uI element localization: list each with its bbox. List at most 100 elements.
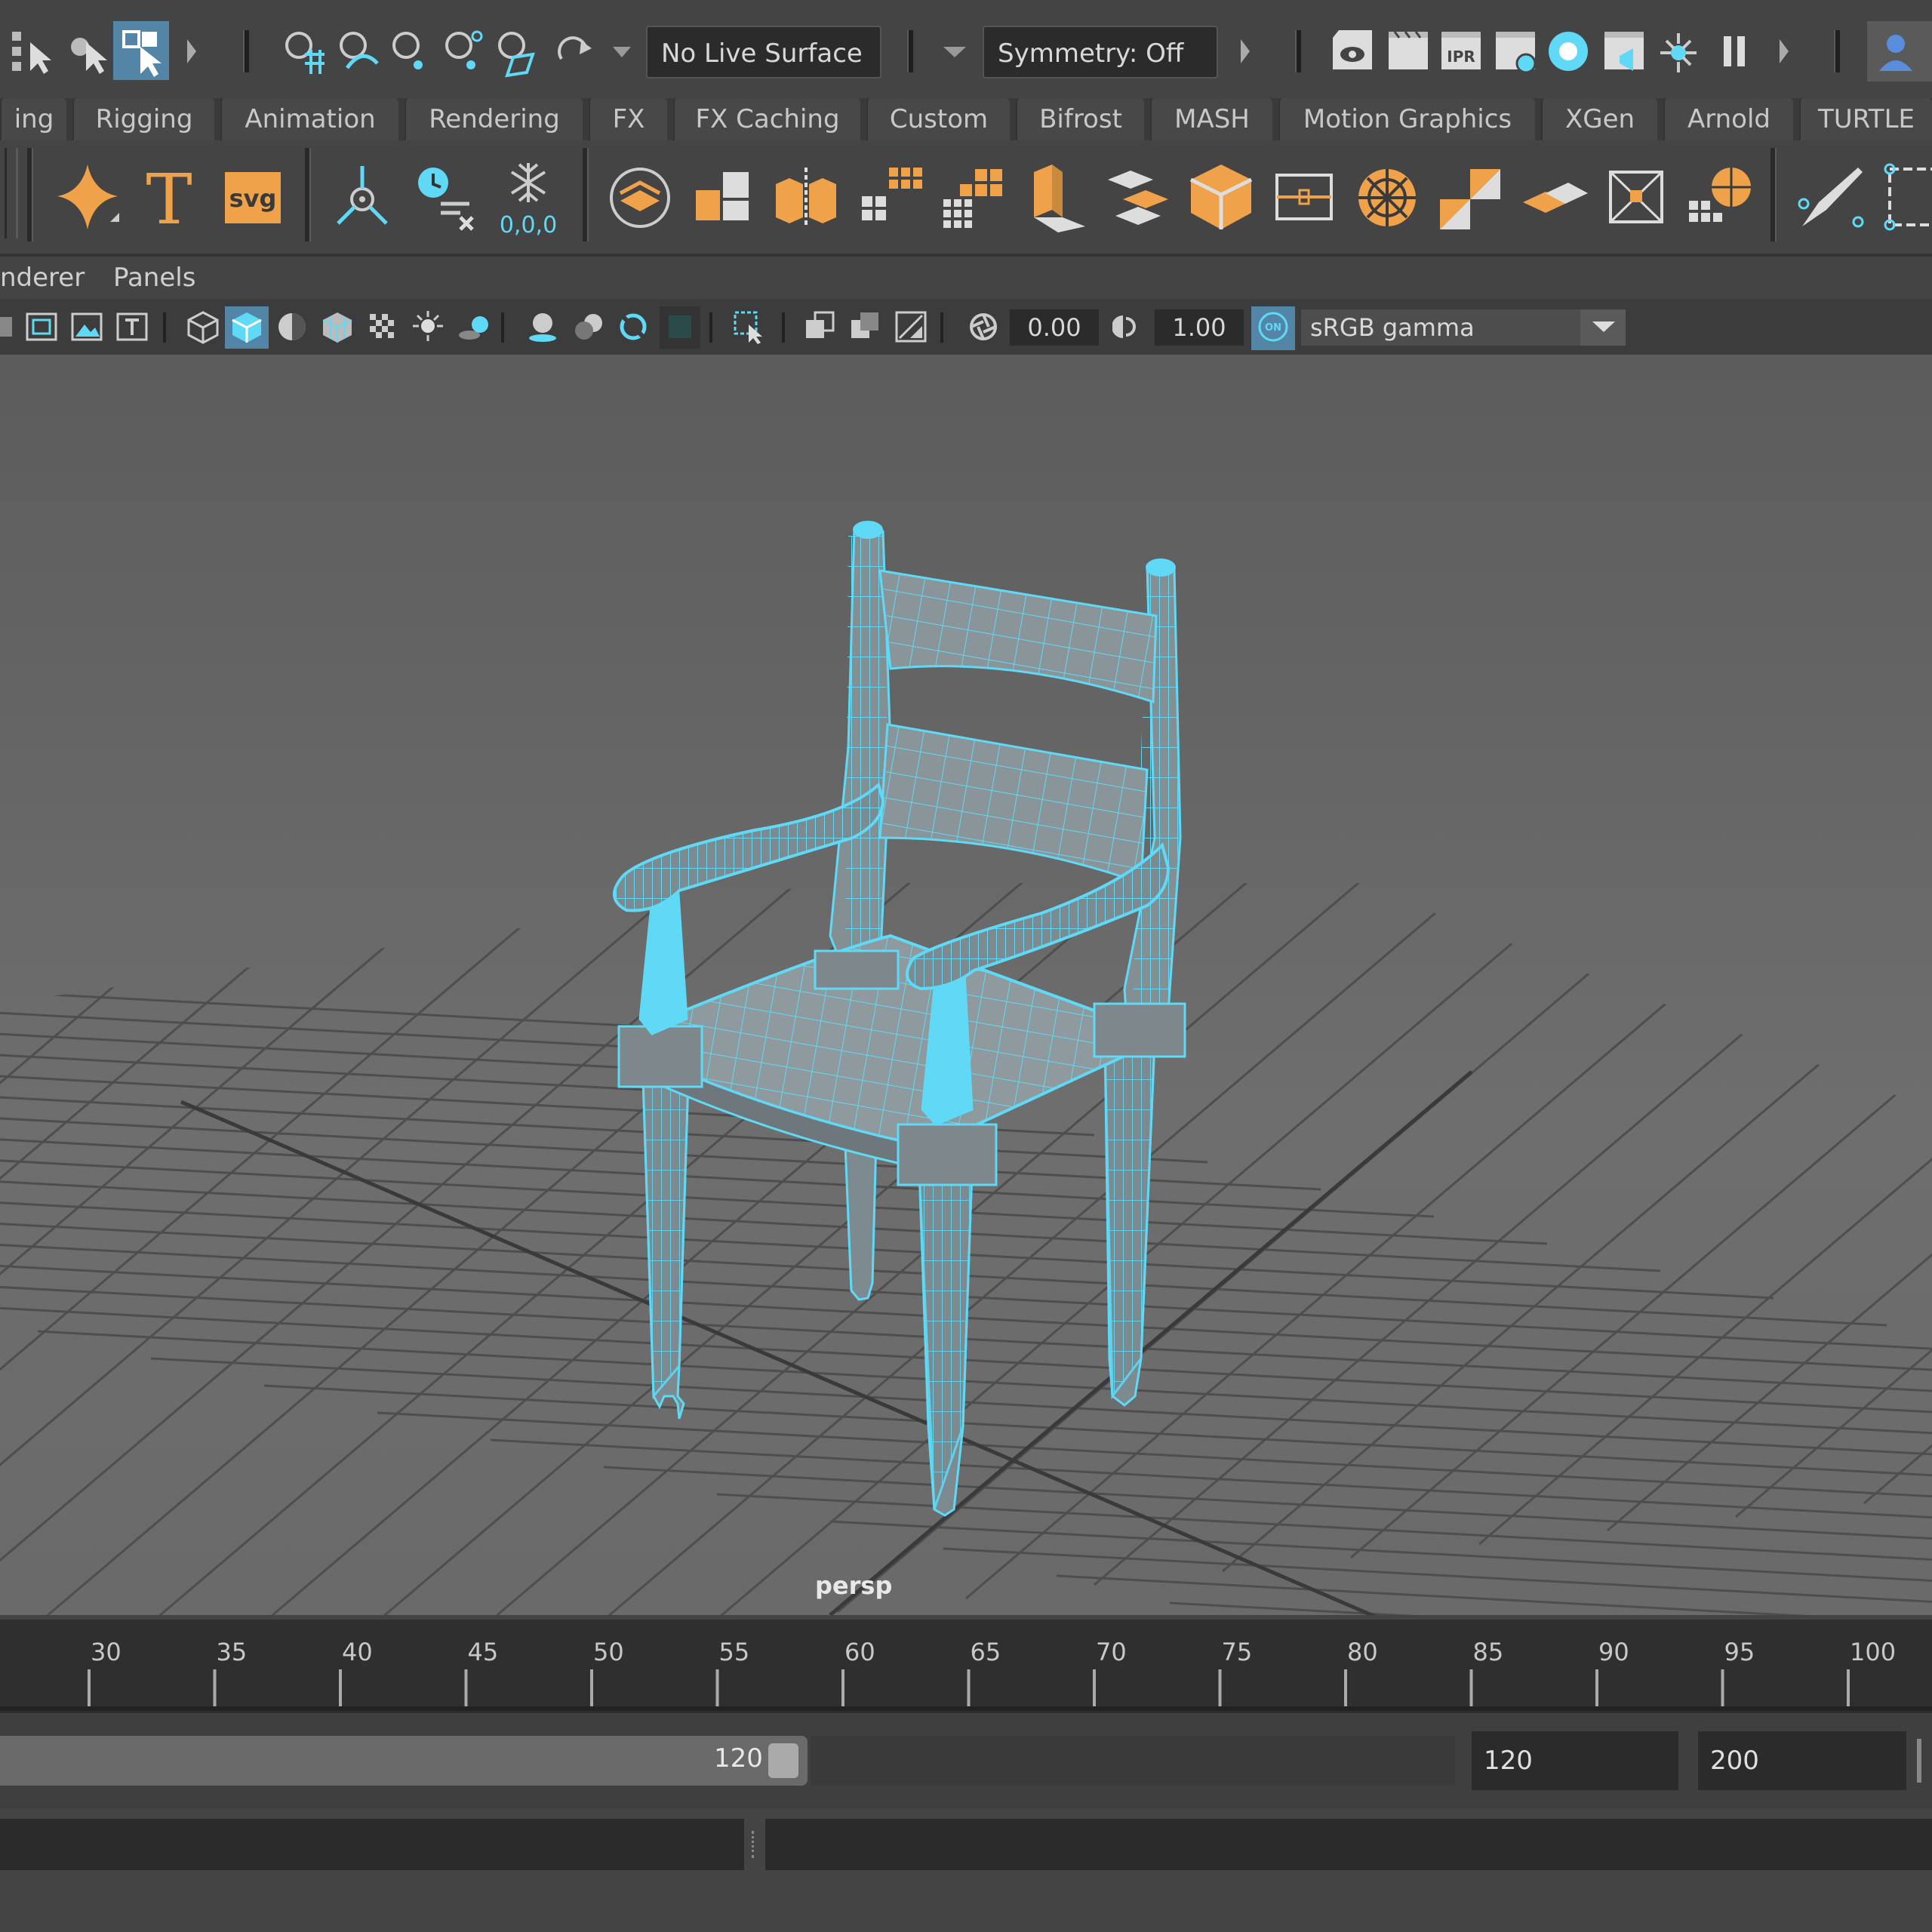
render-settings-icon[interactable] — [1491, 24, 1540, 78]
tab-bifrost[interactable]: Bifrost — [1016, 98, 1144, 140]
live-surface-field[interactable]: No Live Surface — [646, 26, 881, 78]
polygon-layers-icon[interactable] — [602, 157, 678, 237]
quad-draw-icon[interactable] — [1598, 157, 1674, 237]
tab-modeling[interactable]: ing — [0, 98, 66, 140]
delete-history-icon[interactable] — [408, 157, 483, 237]
extrude-icon[interactable] — [1017, 157, 1093, 237]
playback-end-field[interactable]: 120 — [1472, 1731, 1678, 1790]
range-track[interactable] — [811, 1736, 1455, 1786]
camera-attributes-icon[interactable] — [0, 309, 15, 344]
type-tool-icon[interactable]: T — [131, 157, 207, 237]
splitter-handle[interactable] — [752, 1831, 757, 1858]
menu-renderer[interactable]: nderer — [0, 263, 85, 293]
xray-icon[interactable] — [803, 309, 838, 344]
snap-to-grid-icon[interactable] — [279, 24, 328, 78]
bevel-icon[interactable] — [1183, 157, 1259, 237]
snap-to-point-icon[interactable] — [385, 24, 433, 78]
tab-xgen[interactable]: XGen — [1541, 98, 1657, 140]
collapse-arrow-icon[interactable] — [1235, 24, 1257, 78]
tab-custom[interactable]: Custom — [866, 98, 1010, 140]
anti-aliasing-icon[interactable] — [616, 309, 651, 344]
exposure-field[interactable]: 0.00 — [1010, 309, 1099, 346]
wireframe-icon[interactable] — [186, 309, 220, 344]
panel-menu-bar: nderer Panels — [0, 257, 1932, 299]
extract-icon[interactable] — [851, 157, 927, 237]
time-tick-label: 50 — [593, 1638, 624, 1666]
tab-motion-graphics[interactable]: Motion Graphics — [1278, 98, 1535, 140]
safe-action-icon[interactable] — [24, 309, 59, 344]
tab-turtle[interactable]: TURTLE — [1799, 98, 1932, 140]
multi-cut-icon[interactable] — [1349, 157, 1425, 237]
tab-animation[interactable]: Animation — [220, 98, 398, 140]
combine-icon[interactable] — [685, 157, 761, 237]
help-line — [0, 1884, 1932, 1932]
xray-joints-icon[interactable] — [848, 309, 883, 344]
collapse-arrow-icon[interactable] — [1774, 24, 1796, 78]
light-editor-icon[interactable] — [1656, 24, 1704, 78]
exposure-icon[interactable] — [966, 309, 1001, 344]
gamma-icon[interactable] — [1112, 309, 1147, 344]
render-view-icon[interactable] — [1328, 24, 1377, 78]
viewport-persp[interactable]: persp — [0, 355, 1932, 1615]
chair-model[interactable] — [0, 355, 1932, 1615]
tab-rigging[interactable]: Rigging — [72, 98, 214, 140]
sculpt-grid-icon[interactable] — [1681, 157, 1757, 237]
image-plane-icon[interactable] — [69, 309, 104, 344]
symmetry-dropdown-icon[interactable] — [936, 24, 974, 78]
wireframe-on-shaded-icon[interactable] — [320, 309, 355, 344]
center-pivot-icon[interactable] — [325, 157, 400, 237]
target-weld-icon[interactable] — [1432, 157, 1508, 237]
knife-tool-icon[interactable] — [1792, 157, 1867, 237]
range-bar[interactable] — [0, 1736, 808, 1786]
separator — [782, 312, 785, 343]
collapse-arrow-icon[interactable] — [181, 24, 204, 78]
isolate-select-icon[interactable] — [732, 309, 767, 344]
xray-active-components-icon[interactable] — [894, 309, 928, 344]
make-live-icon[interactable] — [491, 24, 539, 78]
snap-to-curve-icon[interactable] — [332, 24, 380, 78]
shelf-handle[interactable] — [5, 148, 18, 238]
select-by-hierarchy-icon[interactable] — [8, 24, 56, 78]
insert-edge-loop-icon[interactable] — [1266, 157, 1342, 237]
ipr-render-icon[interactable]: IPR — [1437, 24, 1485, 78]
tab-fx-caching[interactable]: FX Caching — [673, 98, 860, 140]
use-all-lights-icon[interactable] — [411, 309, 445, 344]
animation-end-field[interactable]: 200 — [1698, 1731, 1906, 1790]
bridge-icon[interactable] — [1100, 157, 1176, 237]
svg-tool-icon[interactable]: svg — [214, 157, 290, 237]
freeze-transforms-icon[interactable]: 0,0,0 — [491, 157, 566, 237]
snap-to-view-plane-icon[interactable] — [438, 24, 486, 78]
symmetry-field[interactable]: Symmetry: Off — [983, 26, 1218, 78]
time-slider[interactable]: 30 35 40 45 50 55 60 65 70 75 80 85 90 95 100 — [0, 1620, 1932, 1713]
smooth-icon[interactable] — [934, 157, 1010, 237]
view-transform-on-label: ON — [1265, 322, 1281, 334]
render-current-frame-icon[interactable] — [1384, 24, 1432, 78]
separator — [709, 312, 712, 343]
screen-space-ao-icon[interactable] — [525, 309, 560, 344]
command-input[interactable] — [0, 1819, 744, 1870]
select-by-object-icon[interactable] — [63, 24, 112, 78]
menu-panels[interactable]: Panels — [113, 263, 195, 293]
merge-icon[interactable] — [1515, 157, 1591, 237]
separate-icon[interactable] — [768, 157, 844, 237]
tab-arnold[interactable]: Arnold — [1663, 98, 1793, 140]
bounding-box-icon[interactable] — [1875, 157, 1932, 237]
motion-blur-icon[interactable] — [571, 309, 605, 344]
tab-mash[interactable]: MASH — [1150, 98, 1272, 140]
snap-options-dropdown-icon[interactable] — [608, 24, 635, 78]
hypershade-icon[interactable] — [1544, 24, 1592, 78]
shadows-icon[interactable] — [456, 309, 491, 344]
user-account-icon — [1879, 35, 1912, 71]
sweep-mesh-star-icon[interactable] — [50, 157, 125, 237]
resolution-gate-icon[interactable] — [115, 309, 149, 344]
pause-viewport-icon[interactable] — [1710, 24, 1758, 78]
default-material-icon[interactable] — [275, 309, 309, 344]
tab-fx[interactable]: FX — [589, 98, 667, 140]
range-end-handle[interactable] — [768, 1743, 798, 1778]
gamma-field[interactable]: 1.00 — [1155, 309, 1244, 346]
snap-together-icon[interactable] — [551, 24, 599, 78]
textured-icon[interactable] — [365, 309, 400, 344]
tab-rendering[interactable]: Rendering — [405, 98, 583, 140]
colorspace-select[interactable]: sRGB gamma — [1301, 309, 1580, 346]
render-setup-icon[interactable] — [1600, 24, 1648, 78]
